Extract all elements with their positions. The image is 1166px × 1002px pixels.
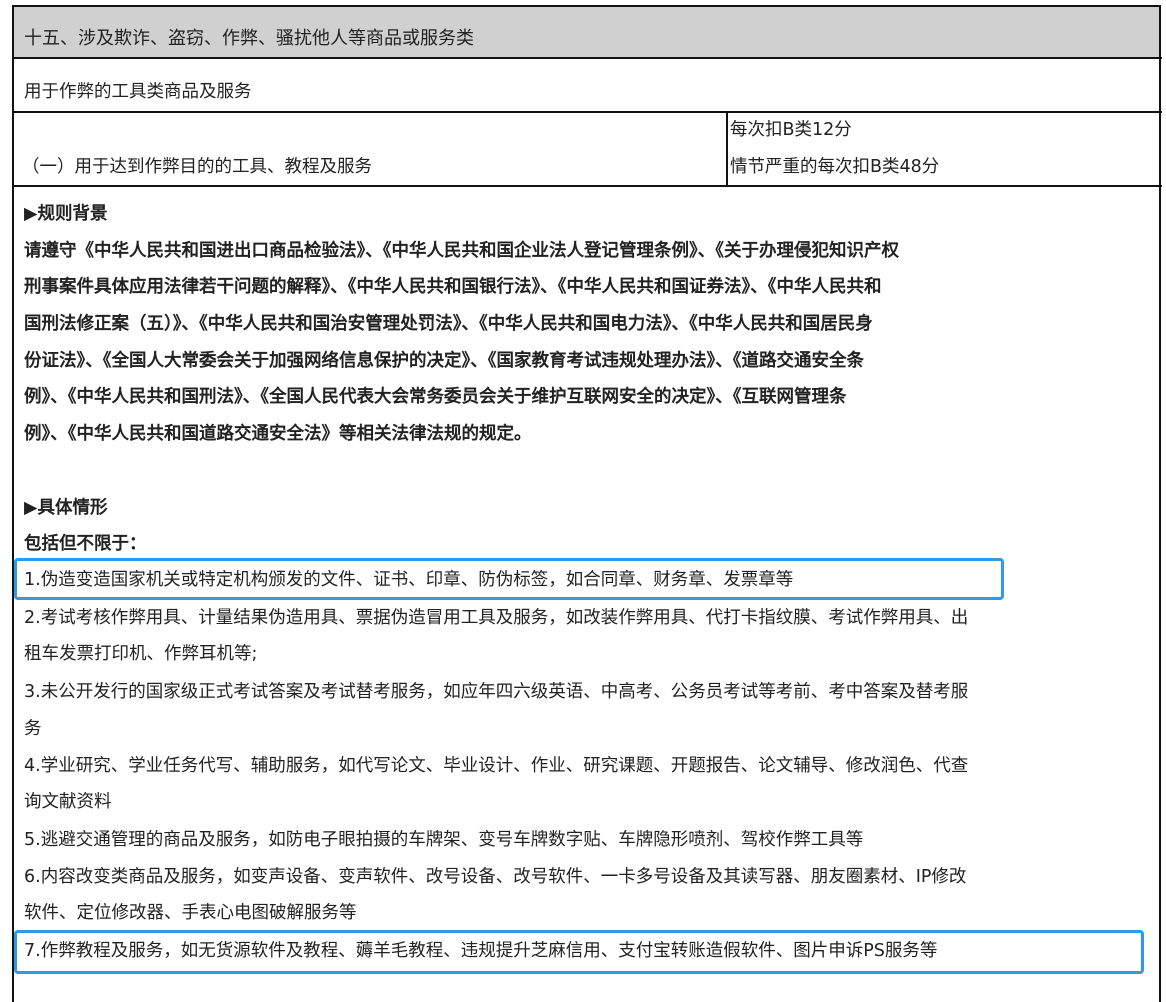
situation-line: 4.学业研究、学业任务代写、辅助服务，如代写论文、毕业设计、作业、研究课题、开题…: [24, 755, 968, 777]
situation-line: 租车发票打印机、作弊耳机等;: [24, 643, 257, 665]
rules-document: 十五、涉及欺诈、盗窃、作弊、骚扰他人等商品或服务类 用于作弊的工具类商品及服务 …: [0, 0, 1166, 1002]
highlight-box-item-1: [14, 558, 1004, 600]
divider: [12, 111, 1162, 113]
situation-line: 3.未公开发行的国家级正式考试答案及考试替考服务，如应年四六级英语、中高考、公务…: [24, 681, 968, 703]
category-title: 十五、涉及欺诈、盗窃、作弊、骚扰他人等商品或服务类: [24, 28, 474, 50]
background-line: 例》、《中华人民共和国刑法》、《全国人民代表大会常务委员会关于维护互联网安全的决…: [24, 386, 847, 408]
rules-table: [12, 5, 1161, 1002]
background-line: 例》、《中华人民共和国道路交通安全法》等相关法律法规的规定。: [24, 423, 532, 445]
situation-line: 5.逃避交通管理的商品及服务，如防电子眼拍摄的车牌架、变号车牌数字贴、车牌隐形喷…: [24, 829, 863, 851]
divider: [12, 185, 1162, 187]
background-line: 刑事案件具体应用法律若干问题的解释》、《中华人民共和国银行法》、《中华人民共和国…: [24, 276, 882, 298]
background-line: 份证法》、《全国人大常委会关于加强网络信息保护的决定》、《国家教育考试违规处理办…: [24, 350, 864, 372]
situation-line: 2.考试考核作弊用具、计量结果伪造用具、票据伪造冒用工具及服务，如改装作弊用具、…: [24, 607, 968, 629]
highlight-box-item-7: [14, 930, 1144, 974]
penalty-severe: 情节严重的每次扣B类48分: [730, 156, 939, 178]
background-line: 国刑法修正案（五）》、《中华人民共和国治安管理处罚法》、《中华人民共和国电力法》…: [24, 313, 873, 335]
subcategory-title: 用于作弊的工具类商品及服务: [24, 81, 252, 103]
situation-line: 软件、定位修改器、手表心电图破解服务等: [24, 902, 357, 924]
situations-heading: ▶具体情形: [24, 497, 107, 519]
situation-line: 6.内容改变类商品及服务，如变声设备、变声软件、改号设备、改号软件、一卡多号设备…: [24, 866, 966, 888]
column-divider: [726, 112, 728, 186]
penalty-standard: 每次扣B类12分: [730, 119, 852, 141]
situation-line: 询文献资料: [24, 791, 112, 813]
situation-line: 务: [24, 718, 42, 740]
background-heading: ▶规则背景: [24, 203, 107, 225]
situations-intro: 包括但不限于：: [24, 533, 147, 555]
divider: [12, 57, 1162, 59]
rule-name: （一）用于达到作弊目的的工具、教程及服务: [22, 156, 372, 178]
background-line: 请遵守《中华人民共和国进出口商品检验法》、《中华人民共和国企业法人登记管理条例》…: [24, 240, 899, 262]
